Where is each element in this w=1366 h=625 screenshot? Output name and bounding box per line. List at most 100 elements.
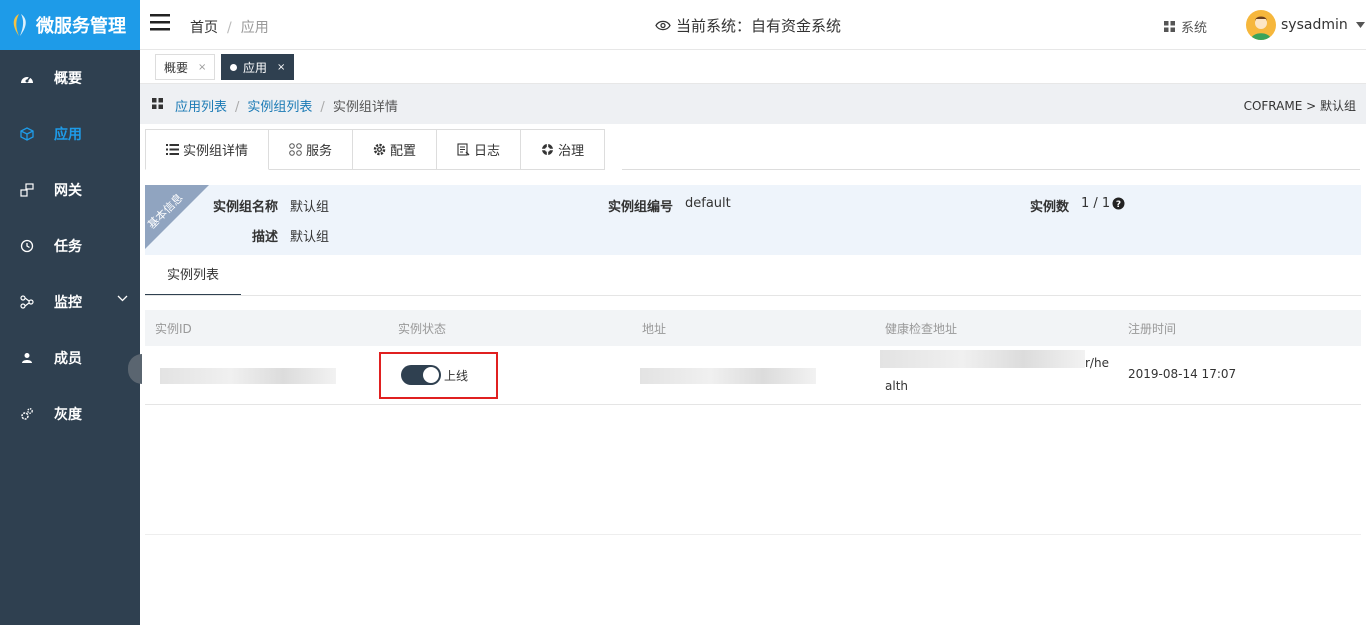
sidebar-item-label: 成员 — [54, 351, 82, 367]
close-icon[interactable]: × — [277, 62, 285, 73]
user-menu[interactable]: sysadmin — [1246, 10, 1365, 40]
status-highlight-box: 上线 — [379, 352, 498, 399]
clock-icon — [20, 239, 34, 253]
tab-label: 服务 — [306, 144, 333, 159]
content-breadcrumb: 应用列表 / 实例组列表 / 实例组详情 COFRAME > 默认组 — [140, 84, 1366, 124]
tab-logs[interactable]: 日志 — [437, 129, 522, 170]
grid-icon — [1164, 21, 1175, 32]
eye-icon — [655, 20, 671, 31]
breadcrumb-context: COFRAME > 默认组 — [1243, 99, 1356, 113]
column-header-registered[interactable]: 注册时间 — [1128, 320, 1176, 337]
list-icon — [166, 144, 179, 155]
close-icon[interactable]: × — [198, 62, 206, 73]
sidebar-item-app[interactable]: 应用 — [0, 106, 140, 162]
system-button[interactable]: 系统 — [1164, 17, 1207, 36]
grid-icon — [152, 98, 163, 109]
sidebar: 微服务管理 概要 应用 网关 任务 监控 成员 灰度 — [0, 0, 142, 625]
redacted-instance-id — [160, 368, 336, 384]
tab-label: 实例组详情 — [183, 144, 249, 159]
status-toggle-label: 上线 — [444, 369, 469, 383]
sidebar-item-label: 任务 — [54, 239, 82, 255]
table-header: 实例ID 实例状态 地址 健康检查地址 注册时间 — [145, 310, 1361, 346]
column-header-id[interactable]: 实例ID — [155, 320, 192, 337]
redacted-address — [640, 368, 816, 384]
sidebar-item-members[interactable]: 成员 — [0, 330, 140, 386]
user-icon — [20, 351, 34, 365]
hamburger-icon[interactable] — [150, 14, 170, 31]
group-name-label: 实例组名称 — [212, 200, 278, 215]
sidebar-item-gateway[interactable]: 网关 — [0, 162, 140, 218]
system-button-label: 系统 — [1181, 21, 1208, 36]
breadcrumb-separator: / — [235, 100, 240, 115]
desc-value: 默认组 — [290, 230, 330, 245]
dashboard-icon — [20, 71, 34, 85]
registered-time: 2019-08-14 17:07 — [1128, 367, 1237, 381]
sidebar-item-label: 网关 — [54, 183, 82, 199]
top-breadcrumb: 首页 / 应用 — [190, 17, 269, 37]
column-header-address[interactable]: 地址 — [642, 320, 666, 337]
logo-text: 微服务管理 — [36, 16, 126, 37]
avatar — [1246, 10, 1276, 40]
system-title-text: 当前系统：自有资金系统 — [676, 17, 842, 35]
breadcrumb-current: 应用 — [240, 20, 269, 36]
basic-info-panel: 基本信息 实例组名称 默认组 实例组编号 default 实例数 1 / 1 ?… — [145, 185, 1361, 255]
breadcrumb-separator: / — [227, 20, 232, 36]
page-tab-overview[interactable]: 概要 × — [155, 54, 216, 80]
tab-label: 日志 — [474, 144, 501, 159]
sub-tab-divider — [145, 295, 1361, 296]
gears-icon — [20, 407, 34, 421]
group-code-value: default — [685, 196, 731, 211]
basic-info-ribbon: 基本信息 — [145, 185, 209, 249]
column-header-health[interactable]: 健康检查地址 — [885, 320, 957, 337]
tab-label: 治理 — [558, 144, 585, 159]
redacted-health-url — [880, 350, 1085, 368]
tab-governance[interactable]: 治理 — [521, 129, 606, 170]
tab-group-detail[interactable]: 实例组详情 — [145, 129, 270, 170]
instance-count-value: 1 / 1 — [1081, 196, 1111, 211]
sidebar-item-monitor[interactable]: 监控 — [0, 274, 140, 330]
topbar: 首页 / 应用 当前系统：自有资金系统 系统 sysadmin — [140, 0, 1366, 50]
group-name-value: 默认组 — [290, 200, 330, 215]
breadcrumb-home[interactable]: 首页 — [190, 20, 218, 36]
breadcrumb-group-list[interactable]: 实例组列表 — [247, 100, 312, 115]
active-dot-icon — [230, 63, 237, 71]
grid-circles-icon — [289, 143, 302, 156]
tab-instance-list[interactable]: 实例列表 — [145, 262, 241, 296]
tabs-divider — [622, 169, 1360, 170]
table-bottom-divider — [145, 534, 1361, 535]
gear-icon — [373, 143, 386, 156]
sidebar-item-label: 应用 — [54, 127, 82, 143]
instance-table: 实例ID 实例状态 地址 健康检查地址 注册时间 上线 r/he alth 20… — [145, 310, 1361, 405]
chevron-down-icon — [117, 295, 128, 302]
status-toggle[interactable] — [401, 365, 441, 385]
tab-services[interactable]: 服务 — [269, 129, 354, 170]
sidebar-item-gray[interactable]: 灰度 — [0, 386, 140, 442]
tab-label: 配置 — [390, 144, 417, 159]
health-url-fragment: r/he — [1085, 356, 1109, 370]
sidebar-item-task[interactable]: 任务 — [0, 218, 140, 274]
sidebar-item-overview[interactable]: 概要 — [0, 50, 140, 106]
help-icon[interactable]: ? — [1112, 197, 1125, 210]
lifebuoy-icon — [542, 144, 554, 155]
log-icon — [457, 143, 470, 156]
group-code-label: 实例组编号 — [607, 200, 673, 215]
current-system-title: 当前系统：自有资金系统 — [655, 15, 841, 36]
tab-config[interactable]: 配置 — [353, 129, 438, 170]
svg-text:?: ? — [1116, 200, 1121, 210]
breadcrumb-separator: / — [320, 100, 325, 115]
page-tab-app[interactable]: 应用 × — [221, 54, 295, 80]
sidebar-item-label: 概要 — [54, 71, 82, 87]
gateway-icon — [20, 183, 34, 197]
desc-label: 描述 — [251, 230, 278, 245]
breadcrumb-current: 实例组详情 — [332, 100, 398, 115]
health-url-fragment: alth — [885, 379, 908, 393]
logo[interactable]: 微服务管理 — [0, 0, 140, 50]
cube-icon — [20, 127, 34, 141]
monitor-icon — [20, 295, 34, 309]
column-header-status[interactable]: 实例状态 — [398, 320, 446, 337]
sidebar-item-label: 监控 — [54, 295, 82, 311]
breadcrumb-app-list[interactable]: 应用列表 — [175, 100, 227, 115]
username: sysadmin — [1281, 17, 1348, 33]
instance-count-label: 实例数 — [1029, 200, 1069, 215]
page-tab-label: 概要 — [164, 60, 189, 75]
